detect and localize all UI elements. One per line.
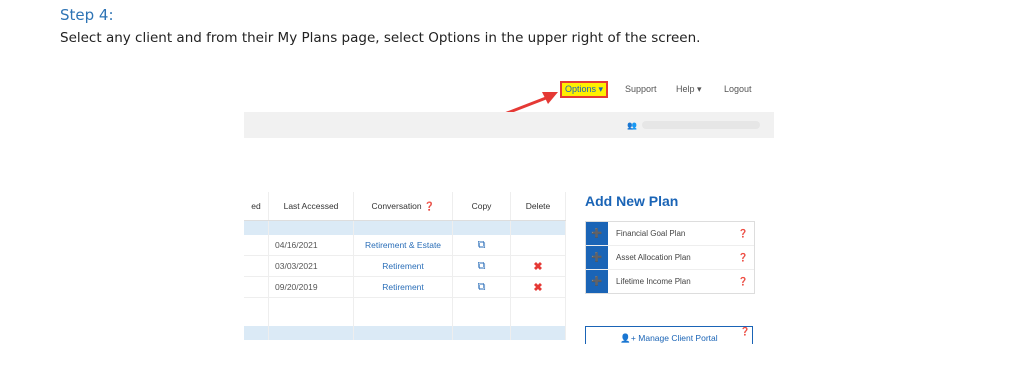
question-circle-icon[interactable]: ❓	[738, 229, 754, 238]
plus-circle-icon[interactable]: ➕	[586, 222, 608, 245]
last-accessed: 04/16/2021	[268, 235, 354, 256]
last-accessed: 09/20/2019	[268, 276, 354, 298]
col-header: Delete	[510, 192, 566, 221]
table-row[interactable]: 03/03/2021 Retirement ⧉ ✖	[244, 255, 566, 277]
plan-option[interactable]: ➕ Financial Goal Plan ❓	[586, 222, 754, 246]
plan-option[interactable]: ➕ Lifetime Income Plan ❓	[586, 270, 754, 293]
col-header[interactable]: Last Accessed	[268, 192, 354, 221]
client-bar: 👥	[244, 112, 774, 138]
client-name-redacted	[642, 121, 760, 129]
add-plan-list: ➕ Financial Goal Plan ❓ ➕ Asset Allocati…	[585, 221, 755, 294]
plans-table: ed Last Accessed Conversation ❓ Copy Del…	[244, 192, 566, 340]
question-circle-icon[interactable]: ❓	[738, 277, 754, 286]
plus-circle-icon[interactable]: ➕	[586, 270, 608, 293]
step-description: Select any client and from their My Plan…	[60, 30, 701, 46]
delete-icon[interactable]: ✖	[510, 255, 566, 277]
copy-icon[interactable]: ⧉	[452, 255, 511, 277]
conversation-link[interactable]: Retirement & Estate	[353, 235, 453, 256]
step-title: Step 4:	[60, 6, 114, 24]
plan-label[interactable]: Asset Allocation Plan	[608, 253, 738, 262]
manage-client-portal-button[interactable]: 👤+ Manage Client Portal ❓	[585, 326, 753, 344]
plus-circle-icon[interactable]: ➕	[586, 246, 608, 269]
app-screenshot: Options ▾ Support Help ▾ Logout 👥 ed Las…	[244, 76, 774, 344]
delete-icon[interactable]: ✖	[510, 276, 566, 298]
plan-label[interactable]: Financial Goal Plan	[608, 229, 738, 238]
last-accessed: 03/03/2021	[268, 255, 354, 277]
plan-option[interactable]: ➕ Asset Allocation Plan ❓	[586, 246, 754, 270]
add-user-icon: 👤+	[620, 333, 636, 343]
add-plan-title: Add New Plan	[585, 193, 679, 209]
users-icon: 👥	[627, 121, 637, 130]
copy-icon[interactable]: ⧉	[452, 235, 511, 256]
col-header[interactable]: Conversation ❓	[353, 192, 453, 221]
col-header: ed	[244, 192, 269, 221]
question-circle-icon[interactable]: ❓	[740, 321, 750, 343]
portal-label: Manage Client Portal	[638, 333, 718, 343]
question-circle-icon[interactable]: ❓	[738, 253, 754, 262]
table-row[interactable]: 09/20/2019 Retirement ⧉ ✖	[244, 276, 566, 298]
help-icon[interactable]: ❓	[424, 201, 435, 211]
plan-label[interactable]: Lifetime Income Plan	[608, 277, 738, 286]
table-row[interactable]: 04/16/2021 Retirement & Estate ⧉	[244, 235, 566, 256]
conversation-link[interactable]: Retirement	[353, 255, 453, 277]
copy-icon[interactable]: ⧉	[452, 276, 511, 298]
col-header: Copy	[452, 192, 511, 221]
conversation-link[interactable]: Retirement	[353, 276, 453, 298]
